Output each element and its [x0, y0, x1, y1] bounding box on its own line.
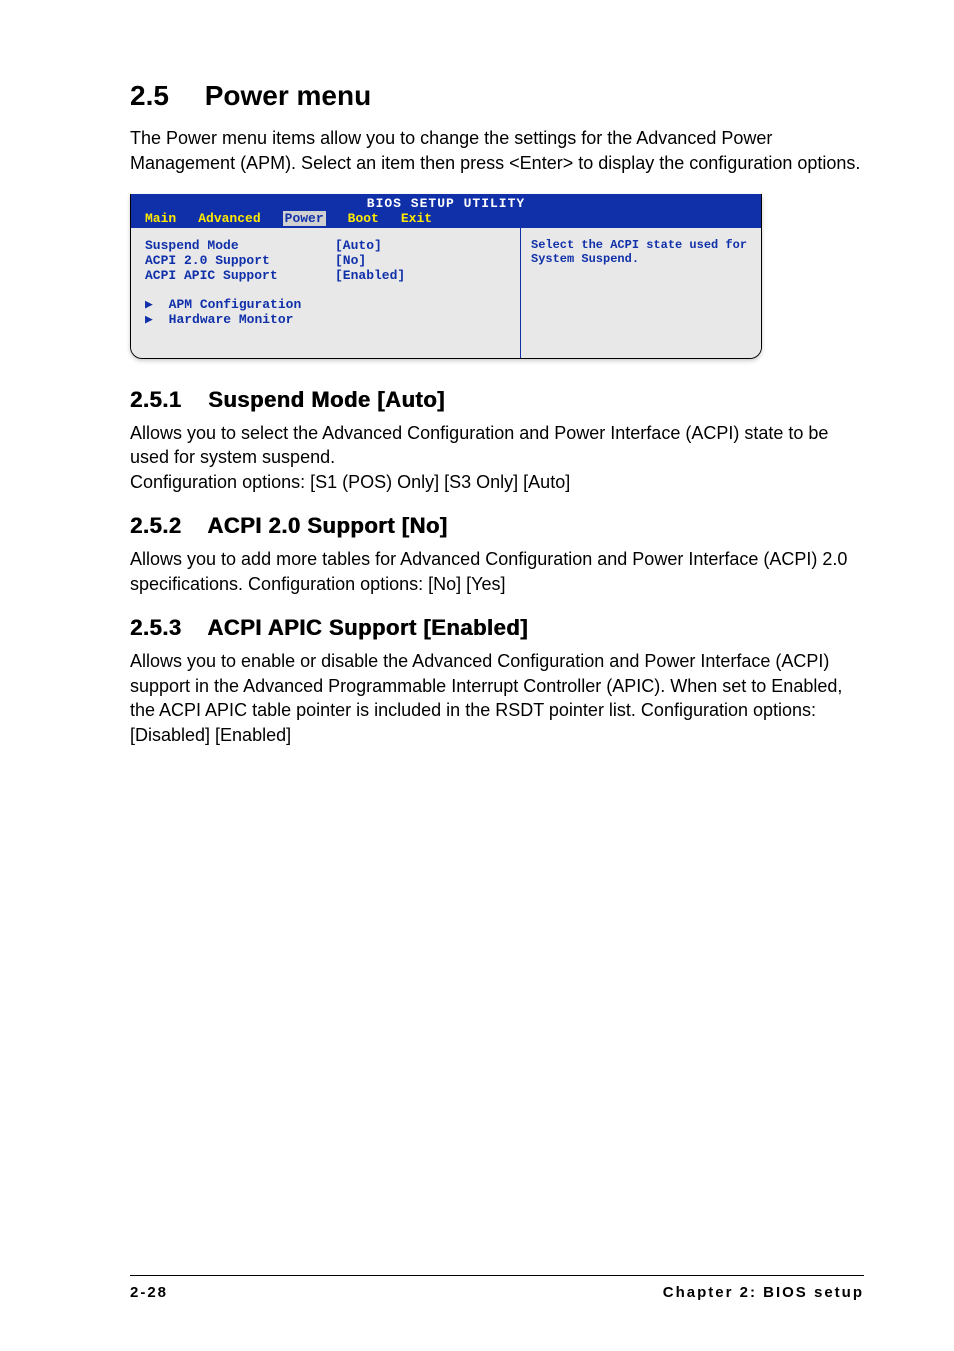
- bios-help-text: Select the ACPI state used for System Su…: [531, 238, 747, 266]
- bios-tab-power[interactable]: Power: [283, 211, 326, 226]
- bios-tab-main[interactable]: Main: [145, 211, 176, 226]
- bios-tabs: Main Advanced Power Boot Exit: [131, 211, 761, 226]
- bios-body: Suspend Mode [Auto] ACPI 2.0 Support [No…: [131, 228, 761, 358]
- bios-submenu-apm[interactable]: ▶ APM Configuration: [145, 297, 514, 312]
- bios-header: BIOS SETUP UTILITY Main Advanced Power B…: [131, 194, 761, 228]
- bios-item-label: ACPI APIC Support: [145, 268, 335, 283]
- triangle-right-icon: ▶: [145, 312, 153, 327]
- bios-item-suspend-mode[interactable]: Suspend Mode [Auto]: [145, 238, 514, 253]
- bios-tab-boot[interactable]: Boot: [348, 211, 379, 226]
- subsection-para: Allows you to select the Advanced Config…: [130, 421, 864, 471]
- subsection-para: Allows you to enable or disable the Adva…: [130, 649, 864, 748]
- subsection-para: Allows you to add more tables for Advanc…: [130, 547, 864, 597]
- bios-tab-advanced[interactable]: Advanced: [198, 211, 260, 226]
- triangle-right-icon: ▶: [145, 297, 153, 312]
- subsection-title: ACPI APIC Support [Enabled]: [207, 615, 528, 640]
- page-footer: 2-28 Chapter 2: BIOS setup: [130, 1275, 864, 1301]
- bios-item-value: [Enabled]: [335, 268, 405, 283]
- section-number: 2.5: [130, 80, 169, 111]
- bios-help-panel: Select the ACPI state used for System Su…: [520, 228, 761, 358]
- subsection-number: 2.5.3: [130, 615, 181, 640]
- page-container: 2.5 Power menu The Power menu items allo…: [0, 0, 954, 1351]
- subsection-title: ACPI 2.0 Support [No]: [207, 513, 447, 538]
- bios-submenu-label: APM Configuration: [169, 297, 302, 312]
- bios-title: BIOS SETUP UTILITY: [131, 196, 761, 211]
- bios-tab-exit[interactable]: Exit: [401, 211, 432, 226]
- bios-item-acpi-apic[interactable]: ACPI APIC Support [Enabled]: [145, 268, 514, 283]
- bios-item-value: [No]: [335, 253, 366, 268]
- bios-screenshot: BIOS SETUP UTILITY Main Advanced Power B…: [130, 194, 762, 359]
- section-title: Power menu: [205, 80, 371, 111]
- bios-item-label: Suspend Mode: [145, 238, 335, 253]
- bios-submenu-label: Hardware Monitor: [169, 312, 294, 327]
- chapter-label: Chapter 2: BIOS setup: [663, 1284, 864, 1301]
- subsection-para: Configuration options: [S1 (POS) Only] […: [130, 470, 864, 495]
- subsection-number: 2.5.1: [130, 387, 181, 412]
- bios-item-label: ACPI 2.0 Support: [145, 253, 335, 268]
- bios-submenu-hwmonitor[interactable]: ▶ Hardware Monitor: [145, 312, 514, 327]
- bios-left-panel: Suspend Mode [Auto] ACPI 2.0 Support [No…: [131, 228, 520, 358]
- subsection-heading-252: 2.5.2 ACPI 2.0 Support [No]: [130, 513, 864, 539]
- bios-submenus: ▶ APM Configuration ▶ Hardware Monitor: [145, 297, 514, 327]
- section-intro: The Power menu items allow you to change…: [130, 126, 864, 176]
- subsection-number: 2.5.2: [130, 513, 181, 538]
- page-number: 2-28: [130, 1284, 168, 1301]
- bios-item-acpi20[interactable]: ACPI 2.0 Support [No]: [145, 253, 514, 268]
- bios-item-value: [Auto]: [335, 238, 382, 253]
- subsection-heading-253: 2.5.3 ACPI APIC Support [Enabled]: [130, 615, 864, 641]
- section-heading: 2.5 Power menu: [130, 80, 864, 112]
- subsection-title: Suspend Mode [Auto]: [208, 387, 445, 412]
- subsection-heading-251: 2.5.1 Suspend Mode [Auto]: [130, 387, 864, 413]
